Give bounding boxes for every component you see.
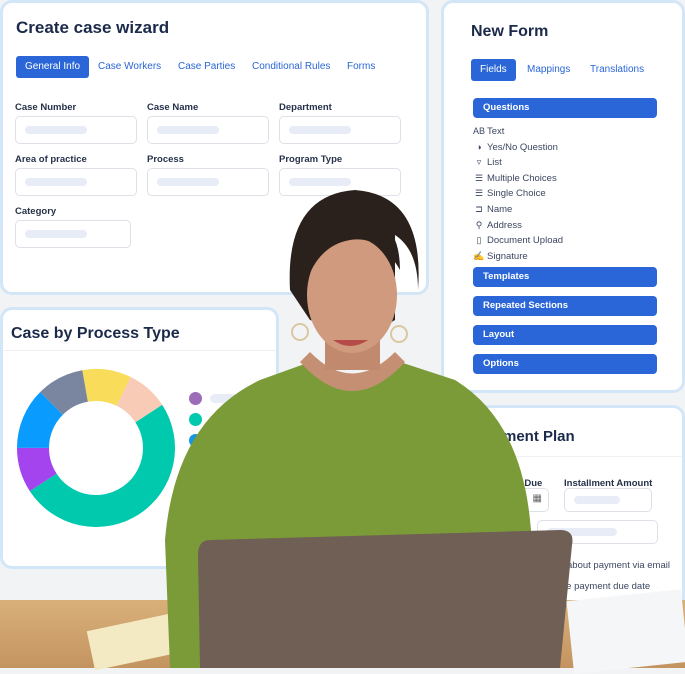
woman-photo (165, 190, 573, 668)
